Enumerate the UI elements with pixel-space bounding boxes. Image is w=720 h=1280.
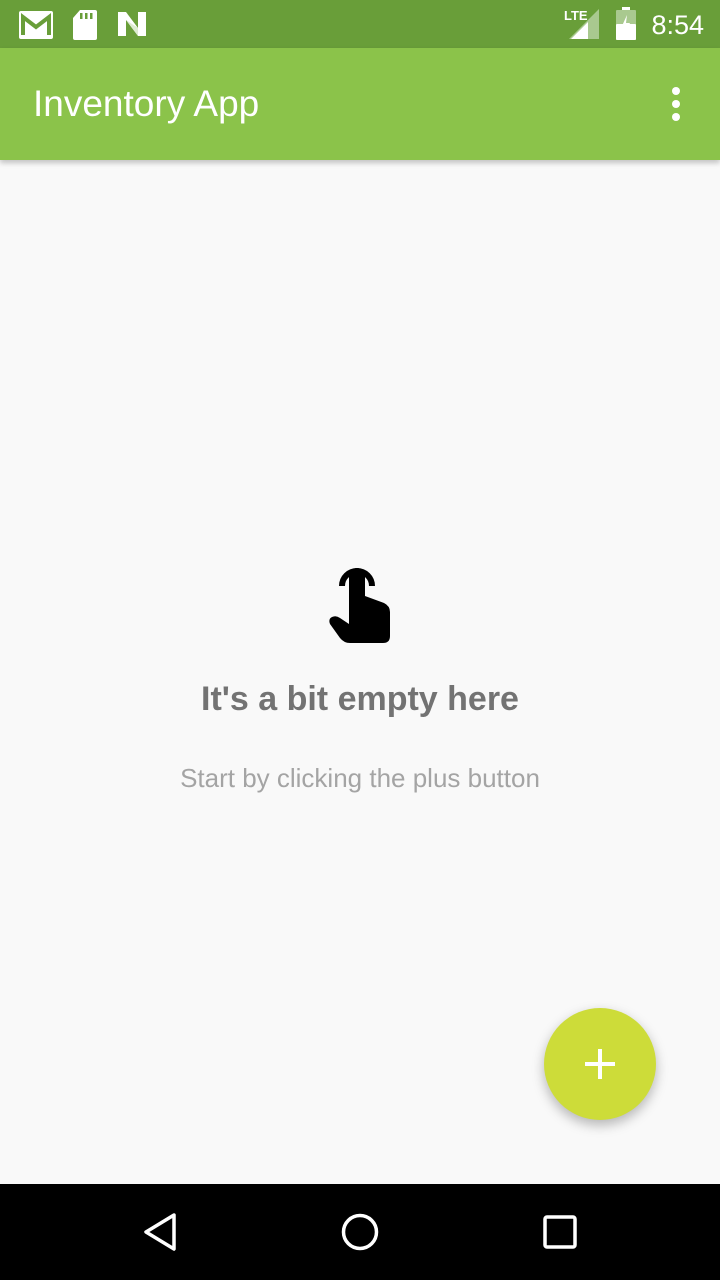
empty-state-title: It's a bit empty here [201,680,519,718]
status-bar: LTE 8:54 [0,0,720,48]
more-vert-icon[interactable] [656,84,696,124]
home-icon [341,1213,379,1251]
status-time: 8:54 [651,10,704,40]
home-button[interactable] [336,1208,384,1256]
n-preview-icon [118,12,146,36]
app-title: Inventory App [33,83,260,124]
back-icon [144,1213,176,1251]
app-bar: Inventory App [0,48,720,160]
empty-state-subtitle: Start by clicking the plus button [180,763,540,793]
recents-button[interactable] [536,1208,584,1256]
lte-signal-icon [569,9,599,39]
sd-card-icon [73,10,97,40]
add-item-button[interactable] [544,1008,656,1120]
plus-icon [585,1049,615,1079]
gmail-icon [19,11,53,39]
back-button[interactable] [136,1208,184,1256]
navigation-bar [0,1184,720,1280]
battery-icon [616,7,636,40]
recents-icon [543,1215,577,1249]
touch-hand-icon [329,568,390,643]
